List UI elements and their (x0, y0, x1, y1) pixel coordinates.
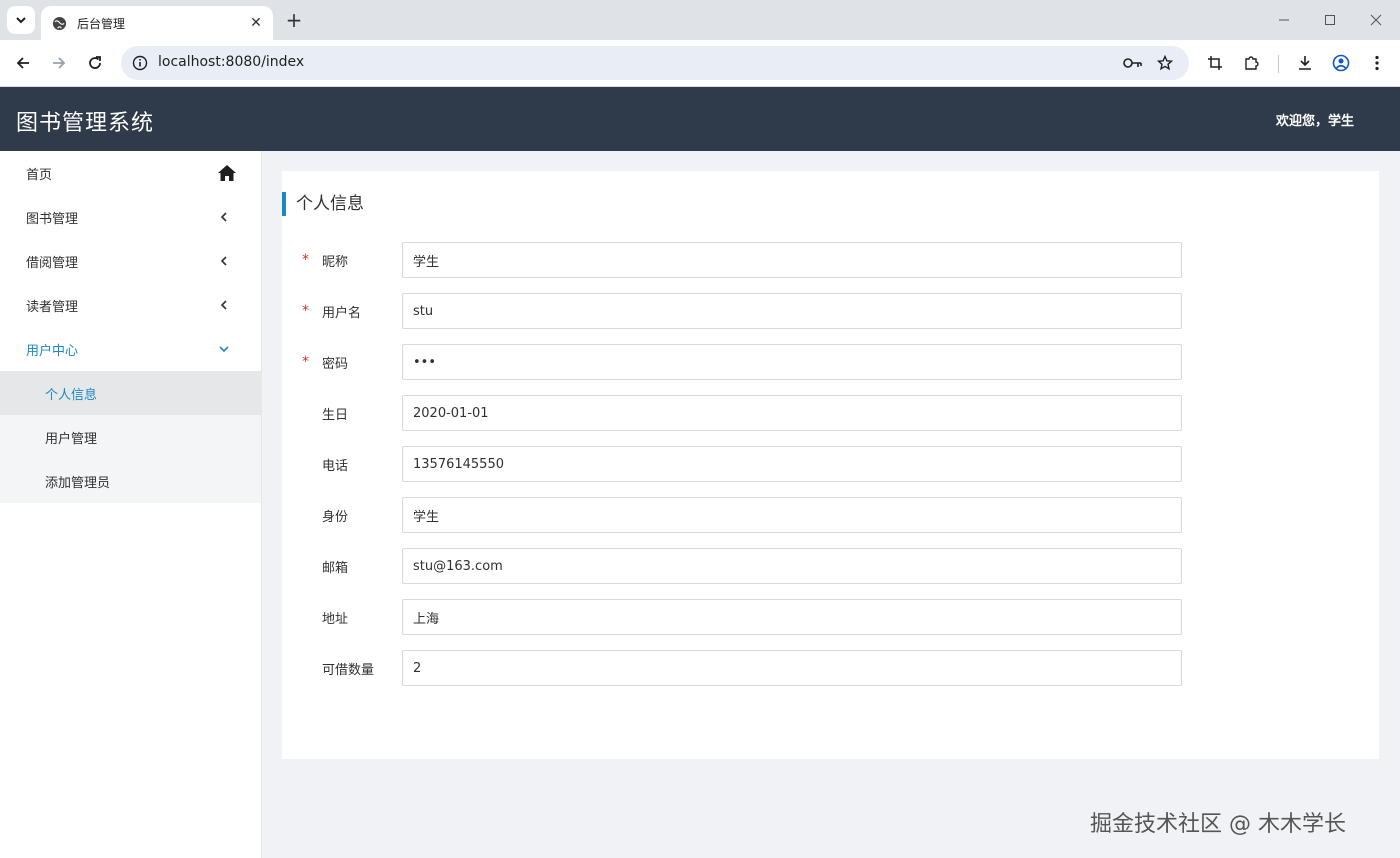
borrow-limit-field[interactable] (402, 650, 1182, 686)
sidebar-item-home[interactable]: 首页 (0, 151, 261, 195)
reload-button[interactable] (82, 50, 108, 76)
globe-icon (51, 15, 67, 31)
required-mark: * (302, 354, 309, 370)
sidebar-item-add-admin[interactable]: 添加管理员 (0, 459, 261, 503)
form-row-phone: 电话 (282, 446, 1379, 482)
card-title: 个人信息 (282, 192, 364, 216)
more-menu-icon[interactable] (1366, 52, 1388, 74)
birthday-field[interactable] (402, 395, 1182, 431)
maximize-icon (1325, 15, 1335, 25)
phone-field[interactable] (402, 446, 1182, 482)
forward-button[interactable] (46, 50, 72, 76)
form-row-username: * 用户名 (282, 293, 1379, 329)
address-bar[interactable]: localhost:8080/index (121, 46, 1189, 80)
tab-title: 后台管理 (77, 16, 126, 31)
key-icon[interactable] (1123, 54, 1143, 72)
download-icon[interactable] (1294, 52, 1316, 74)
star-icon[interactable] (1155, 54, 1175, 72)
close-window-button[interactable] (1364, 8, 1388, 32)
form-row-address: 地址 (282, 599, 1379, 635)
arrow-right-icon (53, 57, 66, 69)
form-label: 邮箱 (322, 561, 349, 576)
form-label: 密码 (322, 357, 349, 372)
sidebar-item-profile[interactable]: 个人信息 (0, 371, 261, 415)
close-icon (1370, 14, 1382, 26)
required-mark: * (302, 252, 309, 268)
user-center-submenu: 个人信息 用户管理 添加管理员 (0, 371, 261, 503)
sidebar-item-borrow[interactable]: 借阅管理 (0, 239, 261, 283)
profile-card: 个人信息 * 昵称 * 用户名 * 密码 生日 电话 身份 邮箱 (282, 171, 1379, 759)
sidebar: 首页 图书管理 借阅管理 读者管理 用户中心 个人信息 用户管理 添加管理员 (0, 151, 262, 858)
watermark-text: 掘金技术社区 @ 木木学长 (1090, 812, 1346, 837)
home-icon (218, 165, 236, 181)
form-row-borrow-limit: 可借数量 (282, 650, 1379, 686)
chevron-left-icon (217, 298, 231, 312)
browser-tabstrip: 后台管理 ✕ + (0, 0, 1400, 40)
toolbar-divider (1278, 55, 1279, 73)
form-row-nickname: * 昵称 (282, 242, 1379, 278)
chevron-down-icon (16, 17, 26, 24)
profile-icon[interactable] (1330, 52, 1352, 74)
app-title: 图书管理系统 (16, 111, 155, 136)
back-button[interactable] (10, 50, 36, 76)
browser-tab[interactable]: 后台管理 ✕ (41, 6, 273, 40)
required-mark: * (302, 303, 309, 319)
browser-toolbar: localhost:8080/index (0, 40, 1400, 87)
chevron-down-icon (217, 342, 231, 356)
form-row-role: 身份 (282, 497, 1379, 533)
form-row-birthday: 生日 (282, 395, 1379, 431)
form-label: 可借数量 (322, 663, 375, 678)
reload-icon (89, 56, 101, 69)
form-row-password: * 密码 (282, 344, 1379, 380)
arrow-left-icon (16, 57, 29, 69)
tab-search-button[interactable] (7, 6, 35, 34)
email-field[interactable] (402, 548, 1182, 584)
sidebar-item-user-management[interactable]: 用户管理 (0, 415, 261, 459)
crop-icon[interactable] (1204, 52, 1226, 74)
main-content: 个人信息 * 昵称 * 用户名 * 密码 生日 电话 身份 邮箱 (262, 151, 1400, 858)
close-icon[interactable]: ✕ (247, 14, 265, 32)
site-info-icon[interactable] (131, 54, 149, 72)
sidebar-item-label: 读者管理 (26, 299, 79, 315)
sidebar-item-readers[interactable]: 读者管理 (0, 283, 261, 327)
username-field[interactable] (402, 293, 1182, 329)
sidebar-item-label: 首页 (26, 167, 53, 183)
address-field[interactable] (402, 599, 1182, 635)
role-field[interactable] (402, 497, 1182, 533)
welcome-text[interactable]: 欢迎您，学生 (1276, 110, 1354, 129)
new-tab-button[interactable]: + (282, 8, 306, 32)
sidebar-item-books[interactable]: 图书管理 (0, 195, 261, 239)
chevron-left-icon (217, 210, 231, 224)
sidebar-item-label: 图书管理 (26, 211, 79, 227)
chevron-left-icon (217, 254, 231, 268)
form-label: 地址 (322, 612, 349, 627)
minimize-button[interactable] (1272, 8, 1296, 32)
form-label: 电话 (322, 459, 349, 474)
minimize-icon (1279, 19, 1289, 21)
sidebar-item-user-center[interactable]: 用户中心 (0, 327, 261, 371)
form-label: 昵称 (322, 255, 349, 270)
maximize-button[interactable] (1318, 8, 1342, 32)
nickname-field[interactable] (402, 242, 1182, 278)
url-text: localhost:8080/index (158, 54, 305, 70)
form-label: 用户名 (322, 306, 362, 321)
form-label: 身份 (322, 510, 349, 525)
extensions-icon[interactable] (1240, 52, 1262, 74)
form-label: 生日 (322, 408, 349, 423)
password-field[interactable] (402, 344, 1182, 380)
app-header: 图书管理系统 欢迎您，学生 (0, 87, 1400, 151)
form-row-email: 邮箱 (282, 548, 1379, 584)
sidebar-item-label: 借阅管理 (26, 255, 79, 271)
sidebar-item-label: 用户中心 (26, 343, 79, 359)
